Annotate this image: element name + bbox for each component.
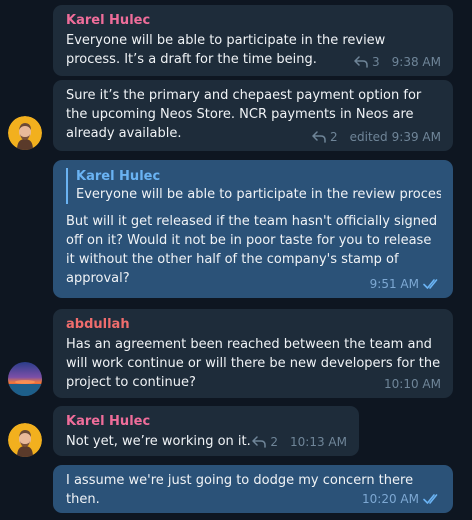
message-meta: 9:51 AM — [370, 276, 441, 292]
reply-count[interactable]: 2 — [330, 129, 338, 145]
quote-sender: Karel Hulec — [76, 169, 161, 184]
message-meta: 2 edited 9:39 AM — [312, 129, 441, 145]
message-time: 10:13 AM — [290, 435, 347, 449]
reply-arrow-icon[interactable] — [312, 131, 326, 143]
message-bubble[interactable]: I assume we're just going to dodge my co… — [53, 465, 453, 513]
avatar-karel-hulec[interactable] — [8, 423, 42, 457]
message-bubble[interactable]: Karel Hulec Not yet, we’re working on it… — [53, 406, 359, 456]
message-meta: 10:20 AM — [362, 491, 441, 507]
quote-text: Everyone will be able to participate in … — [76, 187, 441, 202]
message-time: 9:51 AM — [369, 277, 419, 291]
message-meta: 3 9:38 AM — [354, 54, 441, 70]
sender-name[interactable]: Karel Hulec — [66, 412, 347, 431]
message-meta: 2 10:13 AM — [252, 434, 347, 450]
reply-arrow-icon[interactable] — [252, 436, 267, 448]
avatar-karel-hulec[interactable] — [8, 116, 42, 150]
message-bubble[interactable]: Karel Hulec Everyone will be able to par… — [53, 5, 453, 76]
message-time: 10:20 AM — [362, 492, 419, 506]
message-bubble[interactable]: abdullah Has an agreement been reached b… — [53, 309, 453, 398]
avatar-abdullah[interactable] — [8, 362, 42, 396]
reply-count[interactable]: 2 — [270, 434, 278, 450]
double-check-icon — [423, 493, 441, 505]
message-meta: 10:10 AM — [384, 376, 441, 392]
edited-label: edited — [349, 130, 388, 144]
reply-arrow-icon[interactable] — [354, 56, 368, 68]
sender-name[interactable]: Karel Hulec — [66, 11, 441, 30]
message-time: 9:38 AM — [391, 55, 441, 69]
reply-quote[interactable]: Karel Hulec Everyone will be able to par… — [66, 168, 441, 204]
message-time: 9:39 AM — [391, 130, 441, 144]
message-time: 10:10 AM — [384, 377, 441, 391]
reply-count[interactable]: 3 — [372, 54, 380, 70]
message-bubble[interactable]: Sure it’s the primary and chepaest payme… — [53, 80, 453, 151]
message-bubble[interactable]: Karel Hulec Everyone will be able to par… — [53, 160, 453, 298]
chat-history[interactable]: Karel Hulec Everyone will be able to par… — [0, 0, 472, 520]
sender-name[interactable]: abdullah — [66, 315, 441, 334]
double-check-icon — [423, 278, 441, 290]
